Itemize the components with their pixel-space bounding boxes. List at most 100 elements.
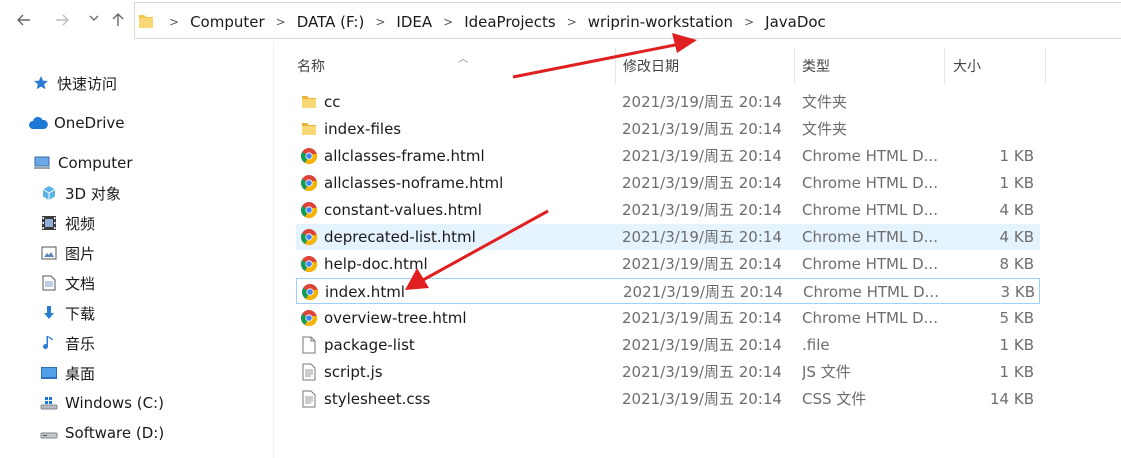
- column-divider[interactable]: [794, 48, 795, 84]
- file-size: 5 KB: [999, 309, 1034, 327]
- crumb-idea[interactable]: IDEA: [395, 13, 433, 31]
- file-size: 8 KB: [999, 255, 1034, 273]
- chevron-right-icon[interactable]: >: [567, 15, 577, 29]
- navigation-pane: 快速访问 OneDrive Computer 3D 对象 视频 图片 文档 下载…: [0, 42, 274, 458]
- music-icon: [39, 333, 59, 353]
- folder-icon: [299, 119, 319, 139]
- file-size: 1 KB: [999, 174, 1034, 192]
- nav-item-downloads[interactable]: 下载: [39, 301, 95, 325]
- cube-icon: [39, 183, 59, 203]
- script-file-icon: [299, 389, 319, 409]
- arrow-left-icon: [17, 14, 30, 26]
- address-bar[interactable]: > Computer > DATA (F:) > IDEA > IdeaProj…: [134, 2, 1121, 39]
- star-icon: [31, 73, 51, 93]
- file-date: 2021/3/19/周五 20:14: [622, 120, 782, 138]
- file-date: 2021/3/19/周五 20:14: [622, 336, 782, 354]
- file-row-cc[interactable]: cc 2021/3/19/周五 20:14 文件夹: [296, 89, 1040, 115]
- column-header-type[interactable]: 类型: [802, 48, 942, 84]
- sort-ascending-icon: ︿: [458, 54, 468, 65]
- crumb-ideaprojects[interactable]: IdeaProjects: [463, 13, 557, 31]
- file-size: 14 KB: [990, 390, 1034, 408]
- nav-item-pictures[interactable]: 图片: [39, 241, 95, 265]
- file-date: 2021/3/19/周五 20:14: [622, 390, 782, 408]
- nav-item-desktop[interactable]: 桌面: [39, 361, 95, 385]
- column-header-label: 名称: [297, 59, 325, 75]
- file-date: 2021/3/19/周五 20:14: [622, 309, 782, 327]
- column-divider[interactable]: [615, 48, 616, 84]
- nav-item-label: 视频: [65, 214, 96, 233]
- file-row-index[interactable]: index.html 2021/3/19/周五 20:14 Chrome HTM…: [296, 278, 1040, 304]
- file-row-help-doc[interactable]: help-doc.html 2021/3/19/周五 20:14 Chrome …: [296, 251, 1040, 277]
- nav-item-documents[interactable]: 文档: [39, 271, 95, 295]
- crumb-data-drive[interactable]: DATA (F:): [296, 13, 366, 31]
- file-row-deprecated-list[interactable]: deprecated-list.html 2021/3/19/周五 20:14 …: [296, 224, 1040, 250]
- arrow-up-icon: [112, 13, 124, 26]
- download-icon: [39, 303, 59, 323]
- nav-item-software-drive[interactable]: Software (D:): [39, 421, 164, 445]
- chevron-right-icon[interactable]: >: [744, 15, 754, 29]
- file-date: 2021/3/19/周五 20:14: [622, 201, 782, 219]
- back-button[interactable]: [14, 10, 34, 30]
- nav-item-label: Computer: [58, 154, 133, 172]
- file-row-script-js[interactable]: script.js 2021/3/19/周五 20:14 JS 文件 1 KB: [296, 359, 1040, 385]
- nav-item-windows-drive[interactable]: Windows (C:): [39, 391, 164, 415]
- file-type: Chrome HTML D...: [802, 309, 938, 327]
- nav-item-label: 3D 对象: [65, 184, 121, 203]
- up-button[interactable]: [108, 10, 128, 30]
- file-row-index-files[interactable]: index-files 2021/3/19/周五 20:14 文件夹: [296, 116, 1040, 142]
- crumb-computer[interactable]: Computer: [189, 13, 266, 31]
- column-divider[interactable]: [1045, 48, 1046, 84]
- file-row-package-list[interactable]: package-list 2021/3/19/周五 20:14 .file 1 …: [296, 332, 1040, 358]
- file-row-overview-tree[interactable]: overview-tree.html 2021/3/19/周五 20:14 Ch…: [296, 305, 1040, 331]
- file-name: allclasses-frame.html: [324, 147, 485, 165]
- recent-locations-button[interactable]: [84, 10, 104, 30]
- file-row-allclasses-noframe[interactable]: allclasses-noframe.html 2021/3/19/周五 20:…: [296, 170, 1040, 196]
- file-size: 1 KB: [999, 363, 1034, 381]
- file-list: 名称 ︿ 修改日期 类型 大小 cc 2021/3/19/周五 20:14 文件…: [282, 42, 1121, 458]
- file-name: overview-tree.html: [324, 309, 467, 327]
- file-icon: [299, 335, 319, 355]
- nav-item-3d-objects[interactable]: 3D 对象: [39, 181, 121, 205]
- column-header-size[interactable]: 大小: [953, 48, 1043, 84]
- file-name: package-list: [324, 336, 415, 354]
- nav-item-computer[interactable]: Computer: [32, 151, 133, 175]
- chrome-icon: [300, 282, 320, 302]
- nav-item-quick-access[interactable]: 快速访问: [31, 71, 117, 95]
- file-row-constant-values[interactable]: constant-values.html 2021/3/19/周五 20:14 …: [296, 197, 1040, 223]
- crumb-wriprin-workstation[interactable]: wriprin-workstation: [587, 13, 734, 31]
- chevron-down-icon: [89, 15, 99, 21]
- crumb-javadoc[interactable]: JavaDoc: [764, 13, 827, 31]
- column-header-label: 修改日期: [623, 59, 679, 75]
- file-type: 文件夹: [802, 93, 848, 111]
- arrow-right-icon: [56, 14, 69, 26]
- nav-item-videos[interactable]: 视频: [39, 211, 95, 235]
- column-header-name[interactable]: 名称 ︿: [297, 48, 617, 84]
- file-type: JS 文件: [802, 363, 851, 381]
- folder-icon: [299, 92, 319, 112]
- video-icon: [39, 213, 59, 233]
- column-header-date[interactable]: 修改日期: [623, 48, 793, 84]
- chevron-right-icon[interactable]: >: [169, 15, 179, 29]
- chrome-icon: [299, 308, 319, 328]
- desktop-icon: [39, 363, 59, 383]
- nav-item-onedrive[interactable]: OneDrive: [28, 111, 125, 135]
- chrome-icon: [299, 173, 319, 193]
- chevron-right-icon[interactable]: >: [276, 15, 286, 29]
- chrome-icon: [299, 254, 319, 274]
- file-size: 1 KB: [999, 147, 1034, 165]
- file-date: 2021/3/19/周五 20:14: [622, 228, 782, 246]
- file-date: 2021/3/19/周五 20:14: [622, 363, 782, 381]
- file-type: Chrome HTML D...: [802, 201, 938, 219]
- file-type: .file: [802, 336, 830, 354]
- column-divider[interactable]: [944, 48, 945, 84]
- picture-icon: [39, 243, 59, 263]
- nav-item-label: 快速访问: [57, 74, 118, 93]
- nav-item-music[interactable]: 音乐: [39, 331, 95, 355]
- forward-button[interactable]: [52, 10, 72, 30]
- chrome-icon: [299, 200, 319, 220]
- chevron-right-icon[interactable]: >: [375, 15, 385, 29]
- file-row-allclasses-frame[interactable]: allclasses-frame.html 2021/3/19/周五 20:14…: [296, 143, 1040, 169]
- file-row-stylesheet-css[interactable]: stylesheet.css 2021/3/19/周五 20:14 CSS 文件…: [296, 386, 1040, 412]
- file-name: script.js: [324, 363, 383, 381]
- chevron-right-icon[interactable]: >: [443, 15, 453, 29]
